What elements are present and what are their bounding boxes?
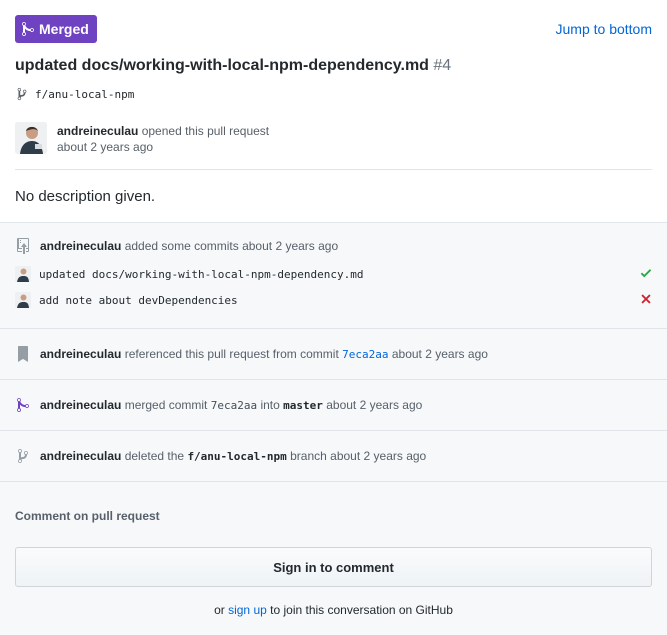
merge-icon [22, 21, 34, 37]
commit-row: updated docs/working-with-local-npm-depe… [15, 266, 652, 282]
head-branch-name[interactable]: f/anu-local-npm [35, 88, 134, 101]
opener-text: andreineculau opened this pull request a… [57, 123, 269, 155]
commit-row: add note about devDependencies [15, 292, 652, 308]
commits-event-user[interactable]: andreineculau [40, 239, 121, 253]
commits-event-header: andreineculau added some commits about 2… [15, 238, 338, 254]
page-title: updated docs/working-with-local-npm-depe… [15, 57, 451, 75]
branch-row: f/anu-local-npm [17, 87, 134, 101]
delete-event-line: andreineculau deleted the f/anu-local-np… [15, 448, 426, 464]
merge-event-user[interactable]: andreineculau [40, 398, 121, 412]
delete-branch-event: andreineculau deleted the f/anu-local-np… [0, 431, 667, 482]
merge-event-line: andreineculau merged commit 7eca2aa into… [15, 397, 422, 413]
check-icon[interactable] [640, 266, 652, 283]
merge-event: andreineculau merged commit 7eca2aa into… [0, 380, 667, 431]
opener-row: andreineculau opened this pull request a… [15, 122, 269, 155]
pr-header: Merged Jump to bottom updated docs/worki… [0, 0, 667, 222]
git-branch-icon [15, 448, 31, 464]
merged-badge: Merged [15, 15, 97, 43]
commit-sha-link[interactable]: 7eca2aa [342, 348, 388, 361]
sign-up-link[interactable]: sign up [228, 603, 267, 617]
avatar[interactable] [15, 266, 31, 282]
pr-title-text: updated docs/working-with-local-npm-depe… [15, 57, 429, 74]
delete-event-user[interactable]: andreineculau [40, 449, 121, 463]
commits-event: andreineculau added some commits about 2… [0, 223, 667, 329]
reference-event-line: andreineculau referenced this pull reque… [15, 346, 488, 362]
merge-commit-sha[interactable]: 7eca2aa [211, 399, 257, 412]
repo-push-icon [15, 238, 31, 254]
avatar[interactable] [15, 292, 31, 308]
commit-message[interactable]: add note about devDependencies [39, 294, 238, 307]
delete-event-text: deleted the [124, 449, 185, 463]
join-conversation-line: or sign up to join this conversation on … [0, 603, 667, 617]
timeline: andreineculau added some commits about 2… [0, 222, 667, 635]
comment-heading: Comment on pull request [15, 509, 160, 523]
divider [15, 169, 652, 170]
base-branch-name[interactable]: master [283, 399, 323, 412]
deleted-branch-name: f/anu-local-npm [187, 449, 287, 463]
opener-action: opened this pull request [141, 124, 270, 138]
opener-time[interactable]: about 2 years ago [57, 139, 269, 155]
merge-icon [15, 397, 31, 413]
commit-message[interactable]: updated docs/working-with-local-npm-depe… [39, 268, 364, 281]
reference-event: andreineculau referenced this pull reque… [0, 329, 667, 380]
merge-event-time[interactable]: about 2 years ago [326, 398, 422, 412]
x-icon[interactable] [640, 292, 652, 309]
git-branch-icon [17, 87, 27, 101]
delete-event-suffix: branch about 2 years ago [290, 449, 427, 463]
sign-in-to-comment-button[interactable]: Sign in to comment [15, 547, 652, 587]
pr-number: #4 [433, 57, 452, 74]
reference-event-time[interactable]: about 2 years ago [392, 347, 488, 361]
bookmark-icon [15, 346, 31, 362]
jump-to-bottom-link[interactable]: Jump to bottom [556, 21, 653, 37]
merge-event-text: merged commit [124, 398, 208, 412]
avatar[interactable] [15, 122, 47, 154]
opener-username[interactable]: andreineculau [57, 124, 138, 138]
pr-description: No description given. [15, 188, 156, 205]
join-suffix: to join this conversation on GitHub [270, 603, 453, 617]
reference-event-user[interactable]: andreineculau [40, 347, 121, 361]
join-prefix: or [214, 603, 225, 617]
merge-event-into: into [260, 398, 280, 412]
merged-badge-label: Merged [39, 21, 89, 37]
reference-event-text: referenced this pull request from commit [124, 347, 339, 361]
commits-event-text: added some commits about 2 years ago [124, 239, 339, 253]
